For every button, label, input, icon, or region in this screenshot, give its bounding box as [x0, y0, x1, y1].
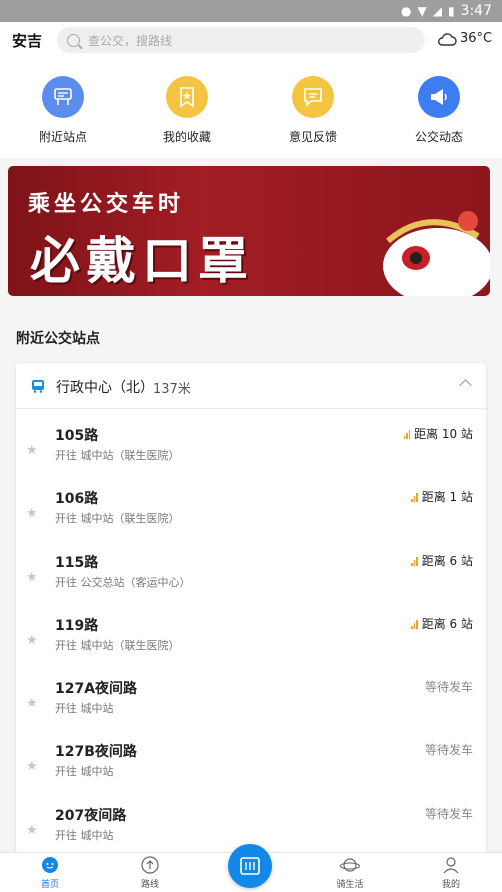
- quick-label: 意见反馈: [288, 130, 337, 144]
- route-row[interactable]: ★ 115路 开往 公交总站（客运中心） 距离 6 站: [16, 552, 486, 615]
- search-bar[interactable]: 查公交，搜路线: [57, 27, 425, 53]
- top-bar: 安吉 查公交，搜路线 36°C: [0, 22, 502, 58]
- route-name: 207夜间路: [55, 808, 127, 824]
- route-destination: 开往 城中站: [55, 702, 114, 715]
- route-name: 106路: [55, 491, 99, 507]
- tab-label: 骑生活: [336, 880, 364, 890]
- weather[interactable]: 36°C: [437, 31, 492, 46]
- cellular-icon: ◢: [432, 4, 442, 18]
- route-destination: 开往 公交总站（客运中心）: [55, 576, 191, 589]
- route-destination: 开往 城中站: [55, 829, 114, 842]
- nearby-section-title: 附近公交站点: [16, 331, 100, 347]
- tab-label: 首页: [40, 880, 59, 890]
- bus-card-button[interactable]: [228, 844, 272, 888]
- route-destination: 开往 城中站: [55, 765, 114, 778]
- lion-mascot-icon: [383, 211, 490, 296]
- wifi-icon: ▼: [417, 4, 427, 18]
- signal-icon: [411, 556, 418, 566]
- route-status: 距离 1 站: [411, 488, 473, 505]
- route-status-text: 距离 6 站: [421, 554, 473, 568]
- tab-route[interactable]: 路线: [120, 855, 180, 890]
- promo-banner[interactable]: 乘坐公交车时 必戴口罩: [8, 166, 490, 296]
- quick-favorites[interactable]: 我的收藏: [142, 76, 232, 145]
- banner-line1: 乘坐公交车时: [28, 191, 185, 217]
- route-name: 127B夜间路: [55, 744, 137, 760]
- tab-label: 我的: [441, 880, 460, 890]
- quick-label: 我的收藏: [162, 130, 211, 144]
- star-icon[interactable]: ★: [26, 759, 38, 774]
- route-name: 119路: [55, 618, 99, 634]
- bookmark-star-icon: [166, 76, 208, 118]
- nearby-stop-card: 行政中心（北） 137米 ★ 105路 开往 城中站（联生医院） 距离 10 站…: [16, 363, 486, 853]
- route-row[interactable]: ★ 119路 开往 城中站（联生医院） 距离 6 站: [16, 615, 486, 678]
- stop-header[interactable]: 行政中心（北） 137米: [16, 363, 486, 409]
- banner-line2: 必戴口罩: [30, 231, 254, 290]
- route-status-text: 距离 6 站: [421, 617, 473, 631]
- route-row[interactable]: ★ 106路 开往 城中站（联生医院） 距离 1 站: [16, 488, 486, 551]
- star-icon[interactable]: ★: [26, 570, 38, 585]
- home-icon: [40, 855, 60, 875]
- route-name: 105路: [55, 428, 99, 444]
- cloud-icon: [438, 32, 457, 46]
- feedback-icon: [292, 76, 334, 118]
- route-row[interactable]: ★ 127A夜间路 开往 城中站 等待发车: [16, 678, 486, 741]
- quick-nearby-stops[interactable]: 附近站点: [18, 76, 108, 145]
- bus-stop-icon: [42, 76, 84, 118]
- tab-home[interactable]: 首页: [20, 855, 80, 890]
- bus-icon: [32, 380, 44, 393]
- quick-label: 公交动态: [414, 130, 463, 144]
- star-icon[interactable]: ★: [26, 633, 38, 648]
- bus-card-icon: [240, 857, 260, 875]
- route-row[interactable]: ★ 105路 开往 城中站（联生医院） 距离 10 站: [16, 425, 486, 488]
- route-status: 距离 10 站: [403, 425, 473, 442]
- star-icon[interactable]: ★: [26, 443, 38, 458]
- search-placeholder: 查公交，搜路线: [88, 33, 173, 48]
- signal-icon: [411, 492, 418, 502]
- user-icon: [441, 855, 461, 875]
- tab-label: 路线: [140, 880, 159, 890]
- city-selector[interactable]: 安吉: [12, 30, 42, 51]
- route-destination: 开往 城中站（联生医院）: [55, 449, 180, 462]
- route-status: 距离 6 站: [411, 615, 473, 632]
- route-name: 127A夜间路: [55, 681, 138, 697]
- temperature: 36°C: [460, 31, 493, 46]
- route-status: 等待发车: [424, 680, 473, 694]
- signal-icon: [411, 619, 418, 629]
- tab-mine[interactable]: 我的: [421, 855, 481, 890]
- quick-actions: 附近站点 我的收藏 意见反馈 公交动态: [0, 58, 502, 158]
- quick-feedback[interactable]: 意见反馈: [268, 76, 358, 145]
- star-icon[interactable]: ★: [26, 696, 38, 711]
- battery-icon: ▮: [447, 4, 455, 18]
- star-icon[interactable]: ★: [26, 506, 38, 521]
- route-name: 115路: [55, 555, 99, 571]
- quick-label: 附近站点: [38, 130, 87, 144]
- signal-icon: [403, 429, 411, 439]
- route-icon: [140, 855, 160, 875]
- chevron-up-icon[interactable]: [459, 379, 472, 392]
- status-bar: ● ▼ ◢ ▮ 3:47: [0, 0, 502, 22]
- search-icon: [67, 33, 80, 47]
- stop-distance: 137米: [153, 382, 191, 397]
- planet-icon: [340, 855, 360, 875]
- route-destination: 开往 城中站（联生医院）: [55, 639, 180, 652]
- location-icon: ●: [400, 4, 412, 18]
- tab-life[interactable]: 骑生活: [320, 855, 380, 890]
- route-row[interactable]: ★ 127B夜间路 开往 城中站 等待发车: [16, 741, 486, 804]
- megaphone-icon: [418, 76, 460, 118]
- route-status: 等待发车: [424, 743, 473, 757]
- quick-bus-news[interactable]: 公交动态: [394, 76, 484, 145]
- route-status-text: 距离 1 站: [421, 490, 473, 504]
- route-status-text: 距离 10 站: [414, 427, 473, 441]
- status-time: 3:47: [460, 3, 492, 19]
- route-destination: 开往 城中站（联生医院）: [55, 512, 180, 525]
- stop-name: 行政中心（北）: [56, 380, 154, 396]
- route-status: 距离 6 站: [411, 552, 473, 569]
- route-status: 等待发车: [424, 807, 473, 821]
- star-icon[interactable]: ★: [26, 823, 38, 838]
